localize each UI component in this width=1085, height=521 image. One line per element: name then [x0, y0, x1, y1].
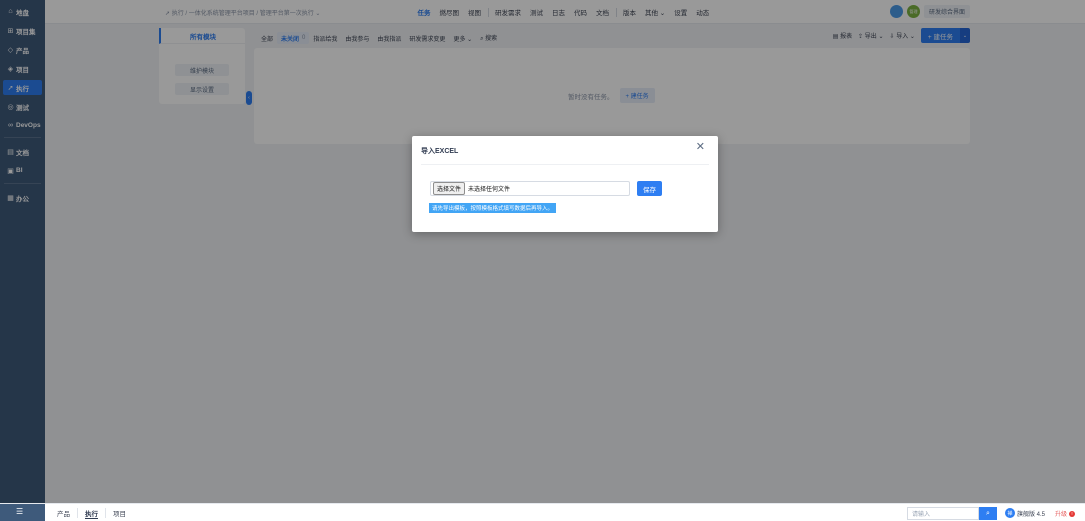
search-icon[interactable]: ⌕ — [979, 507, 997, 520]
bottom-tab-execution[interactable]: 执行 — [78, 508, 106, 518]
file-status-text: 未选择任何文件 — [468, 187, 511, 193]
bottom-tab-product[interactable]: 产品 — [50, 508, 78, 518]
modal-title: 导入EXCEL — [421, 148, 459, 155]
modal-backdrop[interactable] — [0, 0, 1085, 503]
bottom-search-input[interactable]: 请输入 — [907, 507, 979, 520]
choose-file-button[interactable]: 选择文件 — [433, 182, 466, 195]
file-input[interactable]: 选择文件 未选择任何文件 — [430, 181, 630, 196]
upgrade-label: 升级 — [1055, 512, 1068, 518]
version-text: 旗舰版 4.5 — [1017, 511, 1046, 518]
save-button[interactable]: 保存 — [637, 181, 662, 196]
modal-divider — [421, 164, 709, 165]
bottom-left: ☰ — [0, 504, 45, 521]
bottom-tab-project[interactable]: 项目 — [106, 508, 133, 518]
alert-icon: ! — [1069, 510, 1076, 517]
upgrade-link[interactable]: 升级 ! — [1055, 509, 1076, 518]
import-tip: 请先导出模板，按照模板格式填写数据后再导入。 — [429, 203, 557, 213]
menu-toggle-icon[interactable]: ☰ — [16, 507, 23, 516]
bottom-bar: ☰ 产品 执行 项目 请输入 ⌕ 禅 旗舰版 4.5 升级 ! — [0, 503, 1085, 521]
close-icon[interactable]: ✕ — [696, 142, 705, 153]
import-excel-modal: 导入EXCEL ✕ 选择文件 未选择任何文件 保存 请先导出模板，按照模板格式填… — [412, 136, 718, 232]
version-info: 禅 旗舰版 4.5 — [1005, 508, 1045, 518]
zentao-logo-icon: 禅 — [1005, 508, 1015, 518]
bottom-tabs: 产品 执行 项目 — [50, 504, 133, 521]
